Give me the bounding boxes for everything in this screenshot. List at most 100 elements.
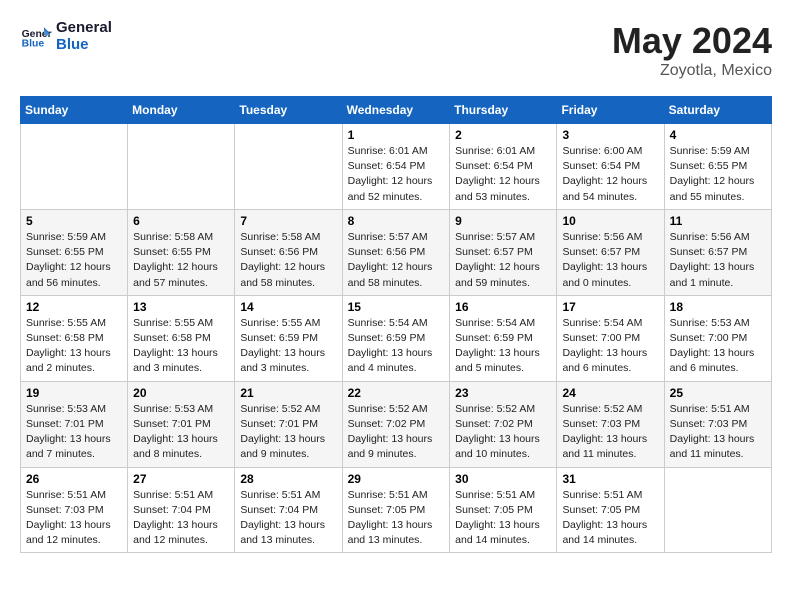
- day-number: 24: [562, 386, 658, 400]
- day-info: Sunrise: 5:57 AM Sunset: 6:56 PM Dayligh…: [348, 230, 445, 291]
- day-info: Sunrise: 5:51 AM Sunset: 7:05 PM Dayligh…: [348, 488, 445, 549]
- day-number: 23: [455, 386, 551, 400]
- day-number: 25: [670, 386, 766, 400]
- day-info: Sunrise: 5:59 AM Sunset: 6:55 PM Dayligh…: [26, 230, 122, 291]
- calendar-cell: 21 Sunrise: 5:52 AM Sunset: 7:01 PM Dayli…: [235, 381, 342, 467]
- weekday-header-wednesday: Wednesday: [342, 97, 450, 124]
- day-info: Sunrise: 5:52 AM Sunset: 7:02 PM Dayligh…: [455, 402, 551, 463]
- day-info: Sunrise: 5:51 AM Sunset: 7:03 PM Dayligh…: [26, 488, 122, 549]
- day-number: 11: [670, 214, 766, 228]
- day-info: Sunrise: 5:54 AM Sunset: 6:59 PM Dayligh…: [455, 316, 551, 377]
- day-info: Sunrise: 5:53 AM Sunset: 7:01 PM Dayligh…: [26, 402, 122, 463]
- calendar-cell: [21, 124, 128, 210]
- day-info: Sunrise: 5:52 AM Sunset: 7:02 PM Dayligh…: [348, 402, 445, 463]
- day-info: Sunrise: 5:51 AM Sunset: 7:05 PM Dayligh…: [562, 488, 658, 549]
- calendar-cell: 15 Sunrise: 5:54 AM Sunset: 6:59 PM Dayli…: [342, 295, 450, 381]
- logo-icon: General Blue: [20, 21, 52, 53]
- logo-general-text: General: [56, 20, 112, 37]
- day-number: 15: [348, 300, 445, 314]
- calendar-cell: 6 Sunrise: 5:58 AM Sunset: 6:55 PM Daylig…: [128, 209, 235, 295]
- calendar-cell: 29 Sunrise: 5:51 AM Sunset: 7:05 PM Dayli…: [342, 467, 450, 553]
- calendar-cell: 5 Sunrise: 5:59 AM Sunset: 6:55 PM Daylig…: [21, 209, 128, 295]
- calendar-cell: 24 Sunrise: 5:52 AM Sunset: 7:03 PM Dayli…: [557, 381, 664, 467]
- day-number: 17: [562, 300, 658, 314]
- calendar-cell: 14 Sunrise: 5:55 AM Sunset: 6:59 PM Dayli…: [235, 295, 342, 381]
- calendar-cell: 7 Sunrise: 5:58 AM Sunset: 6:56 PM Daylig…: [235, 209, 342, 295]
- day-number: 16: [455, 300, 551, 314]
- location-title: Zoyotla, Mexico: [612, 62, 772, 80]
- calendar-cell: 12Sunrise: 5:55 AM Sunset: 6:58 PM Dayli…: [21, 295, 128, 381]
- calendar-cell: 26 Sunrise: 5:51 AM Sunset: 7:03 PM Dayli…: [21, 467, 128, 553]
- day-info: Sunrise: 5:53 AM Sunset: 7:00 PM Dayligh…: [670, 316, 766, 377]
- day-info: Sunrise: 6:00 AM Sunset: 6:54 PM Dayligh…: [562, 144, 658, 205]
- day-number: 29: [348, 472, 445, 486]
- calendar-cell: 11 Sunrise: 5:56 AM Sunset: 6:57 PM Dayli…: [664, 209, 771, 295]
- calendar-cell: 10 Sunrise: 5:56 AM Sunset: 6:57 PM Dayli…: [557, 209, 664, 295]
- day-number: 27: [133, 472, 229, 486]
- logo-blue-text: Blue: [56, 37, 112, 54]
- calendar-table: SundayMondayTuesdayWednesdayThursdayFrid…: [20, 96, 772, 553]
- calendar-cell: 27 Sunrise: 5:51 AM Sunset: 7:04 PM Dayli…: [128, 467, 235, 553]
- calendar-cell: 4 Sunrise: 5:59 AM Sunset: 6:55 PM Daylig…: [664, 124, 771, 210]
- calendar-week-1: 1Sunrise: 6:01 AM Sunset: 6:54 PM Daylig…: [21, 124, 772, 210]
- weekday-header-tuesday: Tuesday: [235, 97, 342, 124]
- day-number: 2: [455, 128, 551, 142]
- day-info: Sunrise: 5:51 AM Sunset: 7:04 PM Dayligh…: [240, 488, 336, 549]
- calendar-cell: 22 Sunrise: 5:52 AM Sunset: 7:02 PM Dayli…: [342, 381, 450, 467]
- day-info: Sunrise: 6:01 AM Sunset: 6:54 PM Dayligh…: [455, 144, 551, 205]
- day-number: 12: [26, 300, 122, 314]
- day-number: 19: [26, 386, 122, 400]
- day-info: Sunrise: 5:51 AM Sunset: 7:03 PM Dayligh…: [670, 402, 766, 463]
- day-info: Sunrise: 5:53 AM Sunset: 7:01 PM Dayligh…: [133, 402, 229, 463]
- calendar-cell: 1Sunrise: 6:01 AM Sunset: 6:54 PM Daylig…: [342, 124, 450, 210]
- calendar-cell: 25 Sunrise: 5:51 AM Sunset: 7:03 PM Dayli…: [664, 381, 771, 467]
- page-header: General Blue General Blue May 2024 Zoyot…: [20, 20, 772, 80]
- day-info: Sunrise: 5:55 AM Sunset: 6:58 PM Dayligh…: [133, 316, 229, 377]
- calendar-cell: 23 Sunrise: 5:52 AM Sunset: 7:02 PM Dayli…: [450, 381, 557, 467]
- day-info: Sunrise: 5:54 AM Sunset: 7:00 PM Dayligh…: [562, 316, 658, 377]
- calendar-week-2: 5 Sunrise: 5:59 AM Sunset: 6:55 PM Daylig…: [21, 209, 772, 295]
- calendar-week-3: 12 Sunrise: 5:55 AM Sunset: 6:58 PM Dayli…: [21, 295, 772, 381]
- day-number: 28: [240, 472, 336, 486]
- day-number: 20: [133, 386, 229, 400]
- day-number: 8: [348, 214, 445, 228]
- day-info: Sunrise: 6:01 AM Sunset: 6:54 PM Dayligh…: [348, 144, 445, 205]
- month-title: May 2024: [612, 20, 772, 62]
- day-info: Sunrise: 5:56 AM Sunset: 6:57 PM Dayligh…: [670, 230, 766, 291]
- day-number: 10: [562, 214, 658, 228]
- day-number: 14: [240, 300, 336, 314]
- day-info: Sunrise: 5:56 AM Sunset: 6:57 PM Dayligh…: [562, 230, 658, 291]
- day-number: 31: [562, 472, 658, 486]
- day-info: Sunrise: 5:58 AM Sunset: 6:55 PM Dayligh…: [133, 230, 229, 291]
- day-info: Sunrise: 5:59 AM Sunset: 6:55 PM Dayligh…: [670, 144, 766, 205]
- calendar-cell: 17 Sunrise: 5:54 AM Sunset: 7:00 PM Dayli…: [557, 295, 664, 381]
- calendar-week-4: 19 Sunrise: 5:53 AM Sunset: 7:01 PM Dayli…: [21, 381, 772, 467]
- day-info: Sunrise: 5:51 AM Sunset: 7:04 PM Dayligh…: [133, 488, 229, 549]
- day-number: 5: [26, 214, 122, 228]
- calendar-cell: 3 Sunrise: 6:00 AM Sunset: 6:54 PM Daylig…: [557, 124, 664, 210]
- day-number: 13: [133, 300, 229, 314]
- day-info: Sunrise: 5:51 AM Sunset: 7:05 PM Dayligh…: [455, 488, 551, 549]
- day-number: 22: [348, 386, 445, 400]
- day-info: Sunrise: 5:54 AM Sunset: 6:59 PM Dayligh…: [348, 316, 445, 377]
- calendar-header-row: SundayMondayTuesdayWednesdayThursdayFrid…: [21, 97, 772, 124]
- day-info: Sunrise: 5:52 AM Sunset: 7:03 PM Dayligh…: [562, 402, 658, 463]
- day-number: 26: [26, 472, 122, 486]
- calendar-cell: [235, 124, 342, 210]
- day-info: Sunrise: 5:52 AM Sunset: 7:01 PM Dayligh…: [240, 402, 336, 463]
- title-block: May 2024 Zoyotla, Mexico: [612, 20, 772, 80]
- weekday-header-thursday: Thursday: [450, 97, 557, 124]
- day-number: 9: [455, 214, 551, 228]
- day-info: Sunrise: 5:58 AM Sunset: 6:56 PM Dayligh…: [240, 230, 336, 291]
- calendar-cell: 8 Sunrise: 5:57 AM Sunset: 6:56 PM Daylig…: [342, 209, 450, 295]
- day-number: 4: [670, 128, 766, 142]
- calendar-cell: 28 Sunrise: 5:51 AM Sunset: 7:04 PM Dayli…: [235, 467, 342, 553]
- day-number: 6: [133, 214, 229, 228]
- calendar-cell: 18Sunrise: 5:53 AM Sunset: 7:00 PM Dayli…: [664, 295, 771, 381]
- weekday-header-monday: Monday: [128, 97, 235, 124]
- day-number: 3: [562, 128, 658, 142]
- day-number: 7: [240, 214, 336, 228]
- day-info: Sunrise: 5:55 AM Sunset: 6:59 PM Dayligh…: [240, 316, 336, 377]
- day-number: 21: [240, 386, 336, 400]
- calendar-cell: 20 Sunrise: 5:53 AM Sunset: 7:01 PM Dayli…: [128, 381, 235, 467]
